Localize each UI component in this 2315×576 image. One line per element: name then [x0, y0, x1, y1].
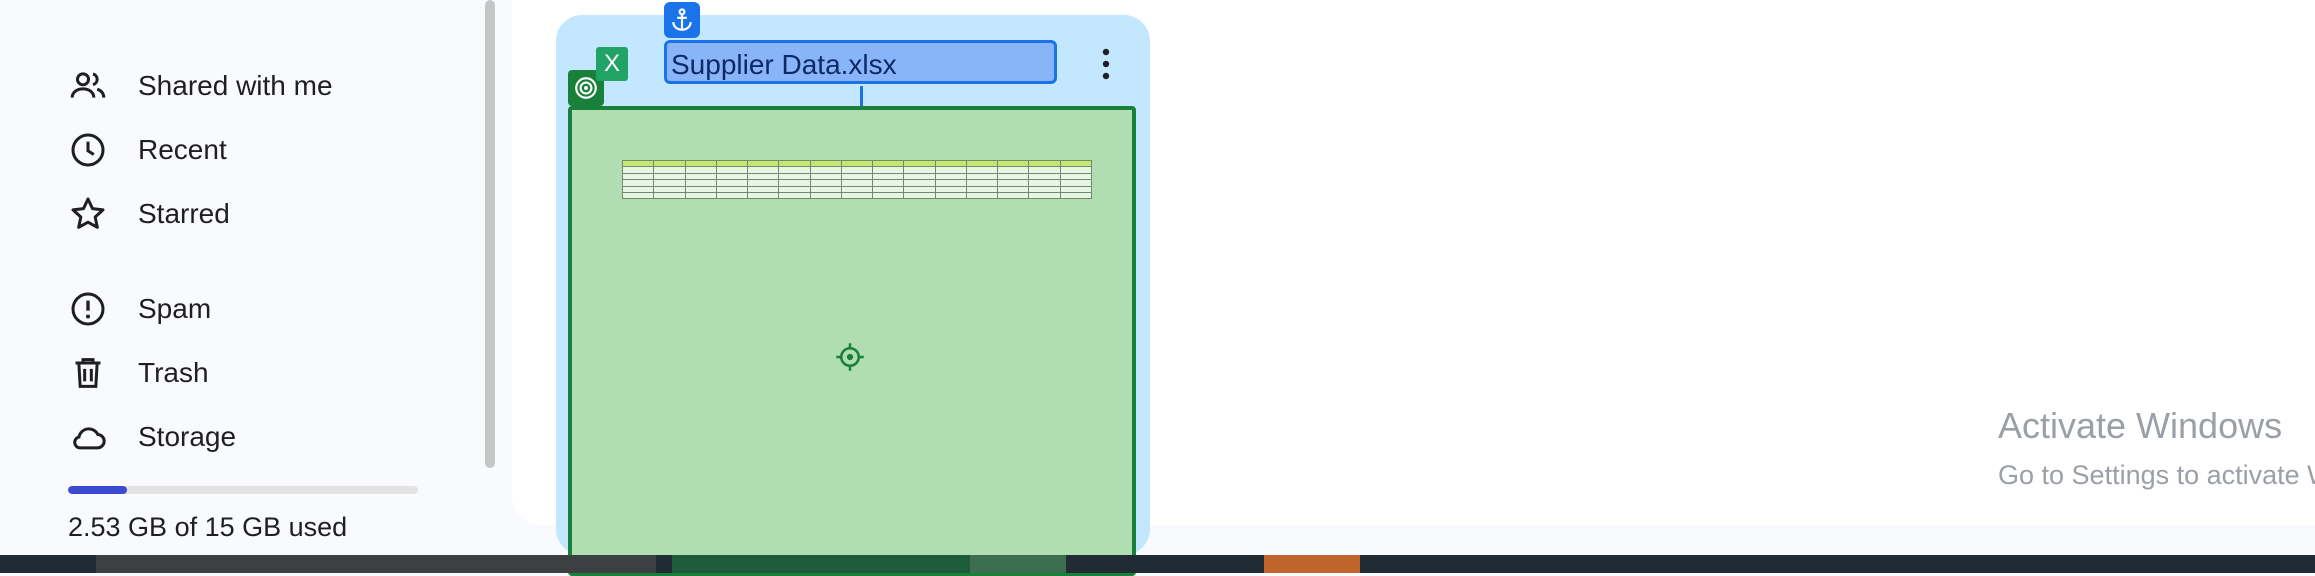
storage-bar-fill: [68, 486, 128, 494]
sidebar-item-partial[interactable]: [66, 0, 106, 6]
spreadsheet-thumbnail: [621, 159, 1093, 210]
sidebar-item-starred[interactable]: Starred: [66, 186, 230, 242]
taskbar-app[interactable]: [970, 555, 1066, 573]
trash-icon: [66, 351, 110, 395]
sidebar-item-label: Spam: [138, 293, 212, 324]
people-icon: [66, 64, 110, 108]
storage-used-text: 2.53 GB of 15 GB used: [68, 512, 348, 542]
sidebar-item-label: Trash: [138, 357, 209, 388]
sidebar-item-shared[interactable]: Shared with me: [66, 58, 333, 114]
clock-icon: [66, 128, 110, 172]
taskbar-app[interactable]: [1264, 555, 1360, 573]
sidebar-item-recent[interactable]: Recent: [66, 122, 227, 178]
sidebar-item-label: Starred: [138, 198, 230, 229]
connector-line: [860, 86, 863, 106]
anchor-icon: [664, 2, 700, 38]
cloud-icon: [66, 415, 110, 459]
activate-windows-title: Activate Windows: [1998, 405, 2283, 446]
sidebar-item-label: Recent: [138, 134, 227, 165]
activate-windows-subtitle: Go to Settings to activate Windows.: [1998, 460, 2315, 490]
sidebar-item-spam[interactable]: Spam: [66, 281, 211, 337]
taskbar-search[interactable]: [96, 555, 656, 573]
sidebar-scrollbar[interactable]: [485, 0, 495, 468]
excel-icon: X: [596, 47, 628, 81]
star-icon: [66, 192, 110, 236]
file-thumbnail[interactable]: [568, 106, 1136, 576]
storage-bar: [68, 486, 418, 494]
sidebar-item-label: Storage: [138, 421, 237, 452]
more-options-button[interactable]: [1088, 44, 1124, 84]
sidebar-item-trash[interactable]: Trash: [66, 345, 209, 401]
sidebar-item-label: Shared with me: [138, 70, 333, 101]
sidebar-item-storage[interactable]: Storage: [66, 409, 236, 465]
sidebar: Shared with me Recent Starred Spam Trash…: [0, 0, 505, 555]
spam-icon: [66, 287, 110, 331]
more-vert-icon: [1102, 48, 1110, 80]
file-title[interactable]: Supplier Data.xlsx: [664, 40, 1057, 84]
crosshair-icon: [835, 342, 865, 377]
file-title-text: Supplier Data.xlsx: [671, 49, 897, 80]
